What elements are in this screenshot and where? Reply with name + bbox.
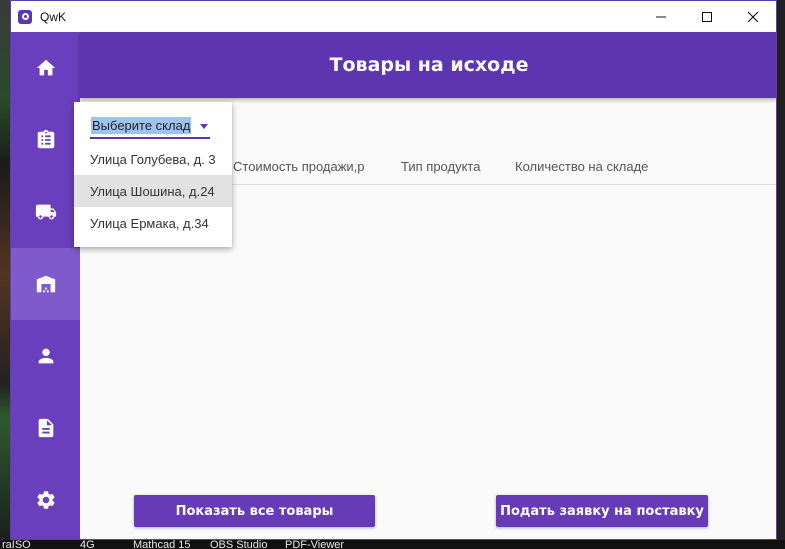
- warehouse-select-value: Выберите склад: [91, 117, 192, 134]
- sidebar-item-delivery[interactable]: [11, 176, 80, 248]
- title-bar[interactable]: QwK: [11, 1, 776, 32]
- warehouse-option[interactable]: Улица Голубева, д. 3: [74, 143, 232, 175]
- warehouse-icon: [36, 275, 55, 293]
- maximize-button[interactable]: [684, 1, 730, 32]
- warehouse-dropdown: Выберите склад Улица Голубева, д. 3 Улиц…: [74, 102, 232, 247]
- chevron-down-icon: [200, 124, 208, 129]
- warehouse-option[interactable]: Улица Шошина, д.24: [74, 175, 232, 207]
- desktop-label: PDF-Viewer: [285, 540, 345, 549]
- clipboard-list-icon: [37, 129, 54, 149]
- window-controls: [638, 1, 776, 32]
- window-title: QwK: [40, 9, 67, 24]
- minimize-icon: [656, 16, 666, 17]
- page-title: Товары на исходе: [329, 54, 529, 76]
- close-icon: [748, 11, 758, 22]
- column-header-sale-price[interactable]: Стоимость продажи,р: [233, 159, 365, 174]
- column-header-stock-quantity[interactable]: Количество на складе: [515, 159, 648, 174]
- desktop-icon-labels: raISO 4G Mathcad 15 OBS Studio PDF-Viewe…: [0, 540, 785, 549]
- close-button[interactable]: [730, 1, 776, 32]
- show-all-products-button[interactable]: Показать все товары: [134, 495, 375, 527]
- sidebar-item-home[interactable]: [11, 32, 80, 104]
- minimize-button[interactable]: [638, 1, 684, 32]
- desktop-label: OBS Studio: [210, 540, 268, 549]
- sidebar-item-warehouse[interactable]: [11, 248, 80, 320]
- gear-icon: [36, 491, 55, 509]
- truck-icon: [35, 204, 56, 220]
- sidebar: [11, 32, 80, 539]
- person-icon: [38, 348, 53, 364]
- desktop-label: raISO: [2, 540, 31, 549]
- desktop-label: 4G: [80, 540, 95, 549]
- app-logo-icon: [18, 9, 32, 24]
- sidebar-item-documents[interactable]: [11, 392, 80, 464]
- app-window: QwK Товары на исходе Стоимость продажи,р…: [10, 0, 777, 540]
- warehouse-select[interactable]: Выберите склад: [90, 115, 210, 139]
- sidebar-item-profile[interactable]: [11, 320, 80, 392]
- submit-supply-request-button[interactable]: Подать заявку на поставку: [496, 495, 708, 527]
- desktop-background: [0, 0, 10, 549]
- page-header: Товары на исходе: [80, 32, 776, 98]
- maximize-icon: [702, 11, 712, 22]
- warehouse-option[interactable]: Улица Ермака, д.34: [74, 207, 232, 239]
- document-icon: [38, 418, 53, 438]
- column-header-product-type[interactable]: Тип продукта: [401, 159, 480, 174]
- sidebar-item-settings[interactable]: [11, 464, 80, 536]
- sidebar-item-tasks[interactable]: [11, 104, 80, 176]
- desktop-label: Mathcad 15: [133, 540, 191, 549]
- home-icon: [36, 59, 55, 76]
